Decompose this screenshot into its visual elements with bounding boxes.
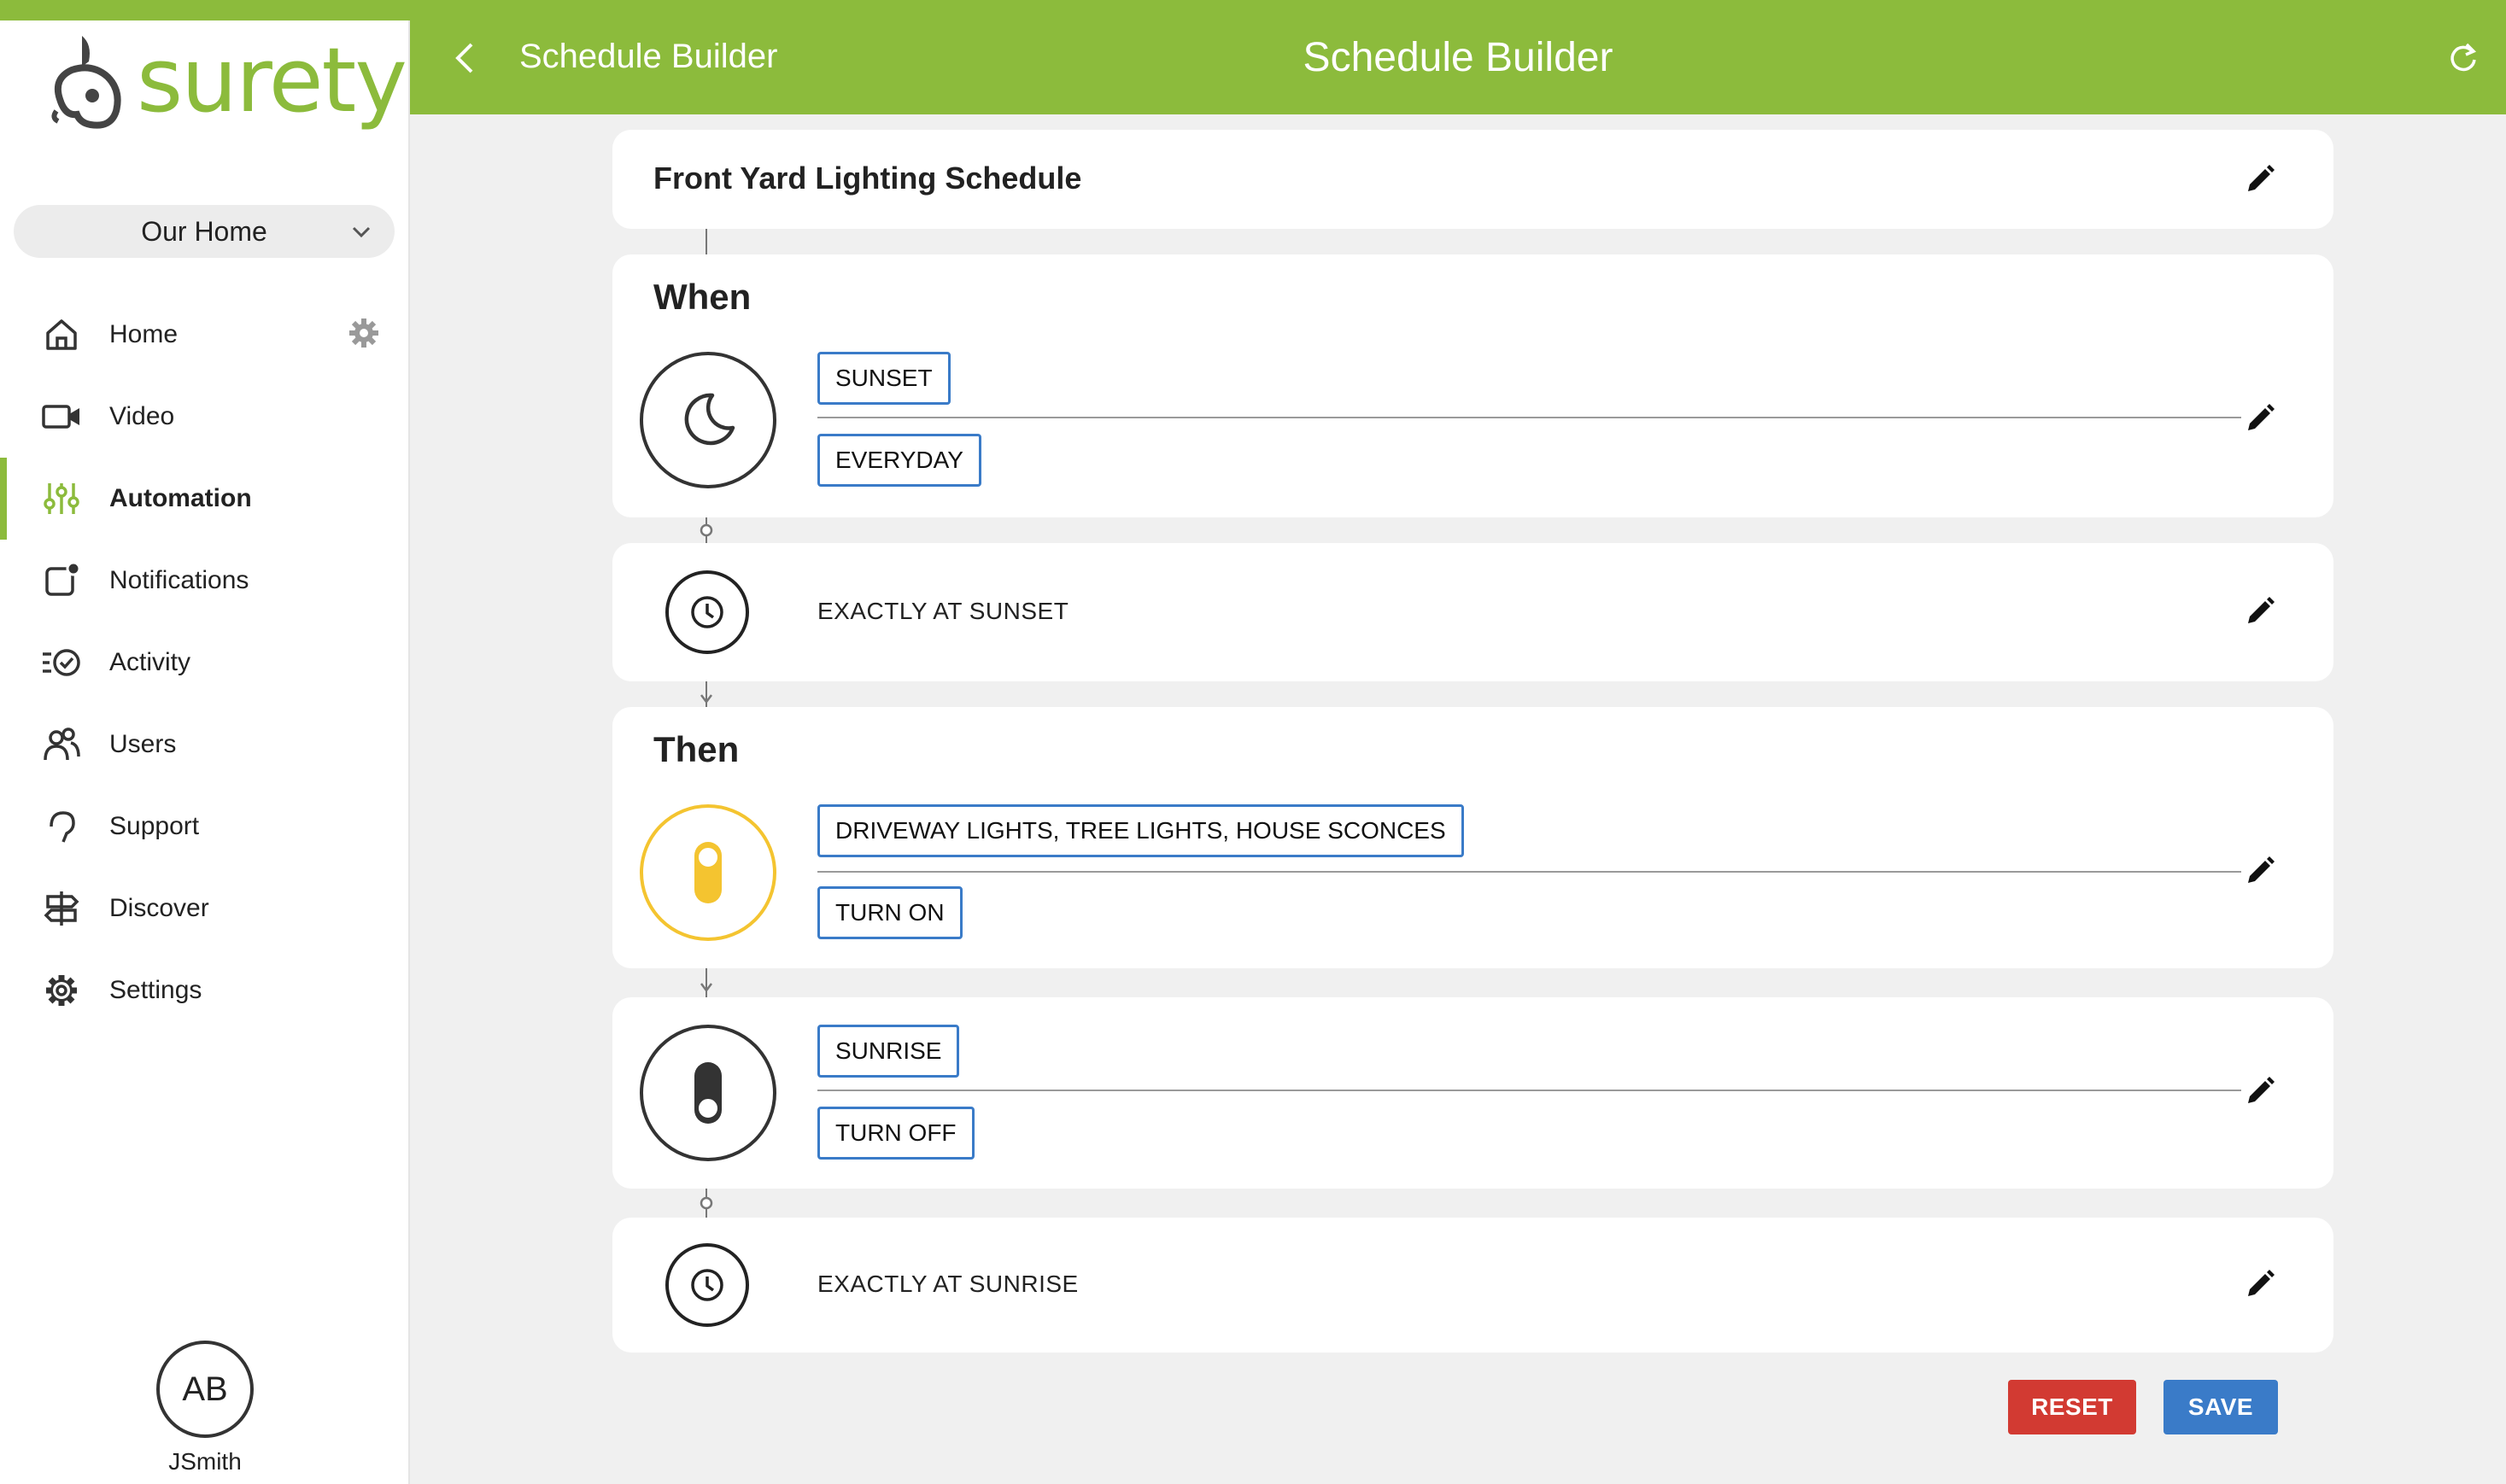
edit-pencil-icon[interactable] (2243, 594, 2277, 628)
sidebar-item-video[interactable]: Video (0, 376, 410, 458)
location-select[interactable]: Our Home (14, 205, 395, 258)
sidebar-item-support[interactable]: Support (0, 786, 410, 868)
light-switch-off-icon (694, 1062, 722, 1124)
sidebar-item-discover[interactable]: Discover (0, 868, 410, 949)
clock-icon-circle (665, 1243, 749, 1327)
command-chip[interactable]: TURN OFF (817, 1107, 975, 1160)
days-chip[interactable]: EVERYDAY (817, 434, 981, 487)
second-action-card: SUNRISE TURN OFF (612, 997, 2333, 1189)
users-icon (41, 724, 82, 765)
sidebar-item-label: Video (109, 402, 175, 430)
avatar[interactable]: AB (156, 1341, 254, 1438)
sidebar-nav: Home Video Automation Notifications Acti… (0, 294, 410, 1031)
chip-separator (817, 871, 2241, 873)
timing-text: EXACTLY AT SUNSET (817, 598, 1069, 624)
signpost-icon (41, 888, 82, 929)
header-bar: Schedule Builder Schedule Builder (410, 0, 2506, 114)
video-camera-icon (41, 396, 82, 437)
brand-name: surety (137, 28, 407, 132)
page-title: Schedule Builder (1303, 35, 1613, 80)
command-chip[interactable]: TURN ON (817, 886, 963, 939)
edit-pencil-icon[interactable] (2243, 854, 2277, 888)
sidebar-item-activity[interactable]: Activity (0, 622, 410, 704)
sliders-icon (41, 478, 82, 519)
home-icon (41, 314, 82, 355)
activity-icon (41, 642, 82, 683)
gear-icon[interactable] (347, 316, 381, 350)
edit-pencil-icon[interactable] (2243, 1074, 2277, 1108)
sidebar: surety Our Home Home Video Automation No… (0, 0, 410, 1484)
chip-separator (817, 1090, 2241, 1091)
sidebar-item-users[interactable]: Users (0, 704, 410, 786)
sidebar-item-label: Settings (109, 976, 202, 1004)
when-card: When SUNSET EVERYDAY (612, 254, 2333, 517)
sidebar-item-label: Discover (109, 894, 209, 922)
when-heading: When (653, 277, 752, 317)
then-card: Then DRIVEWAY LIGHTS, TREE LIGHTS, HOUSE… (612, 707, 2333, 968)
sidebar-accent-bar (0, 0, 410, 20)
timing-text: EXACTLY AT SUNRISE (817, 1271, 1079, 1297)
when-timing-card: EXACTLY AT SUNSET (612, 543, 2333, 681)
location-select-value: Our Home (141, 215, 267, 247)
connector-node-icon (700, 523, 713, 537)
schedule-name-card: Front Yard Lighting Schedule (612, 130, 2333, 229)
refresh-icon[interactable] (2446, 41, 2480, 75)
edit-pencil-icon[interactable] (2243, 1267, 2277, 1301)
then-timing-card: EXACTLY AT SUNRISE (612, 1218, 2333, 1353)
flow-connector (706, 229, 707, 254)
clock-icon (691, 596, 723, 628)
edit-pencil-icon[interactable] (2243, 162, 2277, 196)
sidebar-item-label: Activity (109, 648, 191, 676)
action-icon-circle (640, 1025, 776, 1161)
gear-icon (41, 970, 82, 1011)
avatar-initials: AB (182, 1370, 228, 1408)
then-heading: Then (653, 729, 740, 769)
trigger-chip[interactable]: SUNSET (817, 352, 951, 405)
moon-icon (684, 393, 735, 446)
chip-separator (817, 417, 2241, 418)
notification-icon (41, 560, 82, 601)
arrow-down-icon (700, 694, 712, 704)
devices-chip[interactable]: DRIVEWAY LIGHTS, TREE LIGHTS, HOUSE SCON… (817, 804, 1464, 857)
trigger-chip[interactable]: SUNRISE (817, 1025, 960, 1078)
schedule-name: Front Yard Lighting Schedule (653, 161, 1082, 196)
save-button[interactable]: SAVE (2163, 1380, 2278, 1434)
reset-button[interactable]: RESET (2008, 1380, 2136, 1434)
sidebar-item-automation[interactable]: Automation (0, 458, 410, 540)
sidebar-item-home[interactable]: Home (0, 294, 410, 376)
surety-logo[interactable]: surety (48, 32, 407, 143)
sidebar-item-settings[interactable]: Settings (0, 949, 410, 1031)
sidebar-item-label: Users (109, 730, 177, 758)
light-switch-on-icon (694, 842, 722, 903)
trigger-icon-circle (640, 352, 776, 488)
sidebar-item-label: Notifications (109, 566, 249, 594)
support-icon (41, 806, 82, 847)
sidebar-item-label: Home (109, 320, 179, 348)
action-icon-circle (640, 804, 776, 941)
arrow-down-icon (700, 983, 712, 993)
connector-node-icon (700, 1196, 713, 1210)
sidebar-item-label: Support (109, 812, 200, 840)
clock-icon (691, 1269, 723, 1301)
sidebar-item-label: Automation (109, 484, 252, 512)
clock-icon-circle (665, 570, 749, 654)
user-name: JSmith (168, 1448, 242, 1475)
edit-pencil-icon[interactable] (2243, 401, 2277, 435)
surety-logo-icon (51, 36, 121, 129)
sidebar-item-notifications[interactable]: Notifications (0, 540, 410, 622)
chevron-down-icon (352, 226, 371, 238)
